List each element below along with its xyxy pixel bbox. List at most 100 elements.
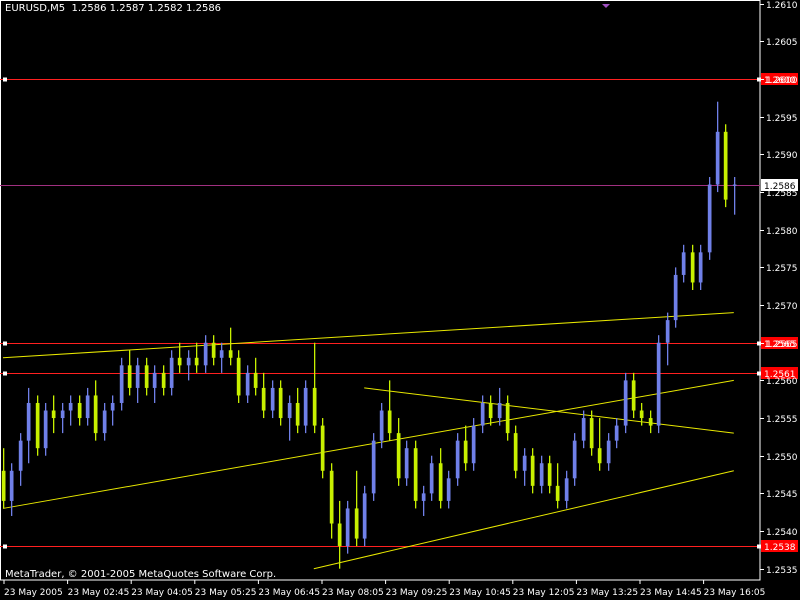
open-value: 1.2586 xyxy=(71,3,107,14)
ohlc-bar xyxy=(287,395,292,441)
ohlc-bar xyxy=(429,455,434,501)
trend-line[interactable] xyxy=(2,312,734,359)
y-tick-label: 1.2575 xyxy=(766,264,798,274)
y-tick-label: 1.2585 xyxy=(766,189,798,199)
ohlc-bar xyxy=(203,335,208,373)
y-tick-label: 1.2535 xyxy=(766,566,798,576)
ohlc-bar xyxy=(119,357,124,411)
x-tick-label: 23 May 2005 xyxy=(4,588,63,598)
ohlc-bar xyxy=(362,485,367,547)
ohlc-bar xyxy=(295,387,300,434)
ohlc-bar xyxy=(681,244,686,283)
low-value: 1.2582 xyxy=(147,3,183,14)
ohlc-bar xyxy=(337,500,342,569)
ohlc-bar xyxy=(211,335,216,366)
y-tick-label: 1.2560 xyxy=(766,377,798,387)
ohlc-bar xyxy=(127,350,132,396)
ohlc-bar xyxy=(68,395,73,426)
y-tick-label: 1.2590 xyxy=(766,151,798,161)
ohlc-bar xyxy=(505,395,510,441)
level-anchor-handle[interactable] xyxy=(757,371,761,376)
x-tick-label: 23 May 04:05 xyxy=(131,588,193,598)
ohlc-bar xyxy=(144,357,149,396)
x-tick-label: 23 May 10:45 xyxy=(449,588,511,598)
x-tick-label: 23 May 06:45 xyxy=(258,588,320,598)
trend-line[interactable] xyxy=(364,387,734,434)
x-tick-label: 23 May 14:45 xyxy=(640,588,702,598)
ohlc-bar xyxy=(522,448,527,486)
y-tick-label: 1.2540 xyxy=(766,528,798,538)
ohlc-bar xyxy=(715,101,720,193)
x-tick-label: 23 May 08:05 xyxy=(322,588,384,598)
ohlc-bar xyxy=(278,380,283,426)
ohlc-bar xyxy=(261,372,266,419)
scroll-marker-icon[interactable] xyxy=(602,4,610,8)
y-tick-label: 1.2595 xyxy=(766,114,798,124)
ohlc-bar xyxy=(421,485,426,516)
ohlc-bar xyxy=(135,357,140,403)
ohlc-bar xyxy=(530,448,535,494)
level-anchor-handle[interactable] xyxy=(3,544,7,549)
ohlc-bar xyxy=(169,350,174,396)
level-anchor-handle[interactable] xyxy=(3,77,7,82)
ohlc-bar xyxy=(236,350,241,403)
trend-line[interactable] xyxy=(313,470,734,570)
ohlc-bar xyxy=(572,433,577,486)
ohlc-bar xyxy=(345,500,350,554)
ohlc-bar xyxy=(194,342,199,373)
symbol-name: EURUSD,M5 xyxy=(5,3,66,14)
chart-frame xyxy=(0,0,761,581)
symbol-ohlc-header: EURUSD,M5 1.2586 1.2587 1.2582 1.2586 xyxy=(5,3,221,14)
ohlc-bar xyxy=(690,244,695,290)
ohlc-bar xyxy=(186,350,191,381)
ohlc-bar xyxy=(26,387,31,464)
x-tick-label: 23 May 12:05 xyxy=(513,588,575,598)
level-anchor-handle[interactable] xyxy=(3,341,7,346)
ohlc-bar xyxy=(497,387,502,426)
y-tick-label: 1.2555 xyxy=(766,415,798,425)
ohlc-bar xyxy=(245,365,250,403)
level-anchor-handle[interactable] xyxy=(3,371,7,376)
ohlc-bar xyxy=(564,470,569,509)
ohlc-bar xyxy=(631,372,636,419)
ohlc-bar xyxy=(698,244,703,290)
ohlc-bar xyxy=(673,267,678,328)
ohlc-bar xyxy=(555,463,560,509)
ohlc-bar xyxy=(43,402,48,456)
ohlc-bar xyxy=(463,425,468,471)
ohlc-bar xyxy=(102,402,107,441)
price-chart[interactable]: 1.26001.25651.25611.25381.2586 1.25351.2… xyxy=(0,0,800,600)
y-tick-label: 1.2545 xyxy=(766,490,798,500)
x-tick-label: 23 May 02:45 xyxy=(68,588,130,598)
y-tick-label: 1.2565 xyxy=(766,340,798,350)
x-tick-label: 23 May 16:05 xyxy=(704,588,766,598)
y-tick-label: 1.2605 xyxy=(766,38,798,48)
ohlc-bar xyxy=(539,455,544,494)
level-anchor-handle[interactable] xyxy=(757,544,761,549)
ohlc-bar xyxy=(93,380,98,441)
ohlc-bar xyxy=(623,372,628,434)
ohlc-bar xyxy=(488,395,493,426)
ohlc-bar xyxy=(606,433,611,471)
ohlc-bar xyxy=(35,395,40,456)
ohlc-bar xyxy=(51,395,56,434)
y-tick-label: 1.2610 xyxy=(766,1,798,11)
copyright-text: MetaTrader, © 2001-2005 MetaQuotes Softw… xyxy=(5,569,277,580)
ohlc-bar xyxy=(480,395,485,434)
ohlc-bar xyxy=(18,433,23,486)
ohlc-bar xyxy=(665,312,670,366)
high-value: 1.2587 xyxy=(109,3,145,14)
ohlc-bar xyxy=(581,410,586,449)
ohlc-bar xyxy=(1,448,6,509)
ohlc-bar xyxy=(303,380,308,434)
ohlc-bar xyxy=(732,177,737,215)
ohlc-bar xyxy=(270,380,275,419)
ohlc-bar xyxy=(329,463,334,539)
ohlc-bar xyxy=(656,335,661,434)
ohlc-bar xyxy=(60,402,65,434)
ohlc-bar xyxy=(219,342,224,373)
ohlc-bar xyxy=(723,124,728,208)
close-value: 1.2586 xyxy=(186,3,222,14)
ohlc-bar xyxy=(513,425,518,479)
ohlc-bar xyxy=(404,440,409,486)
